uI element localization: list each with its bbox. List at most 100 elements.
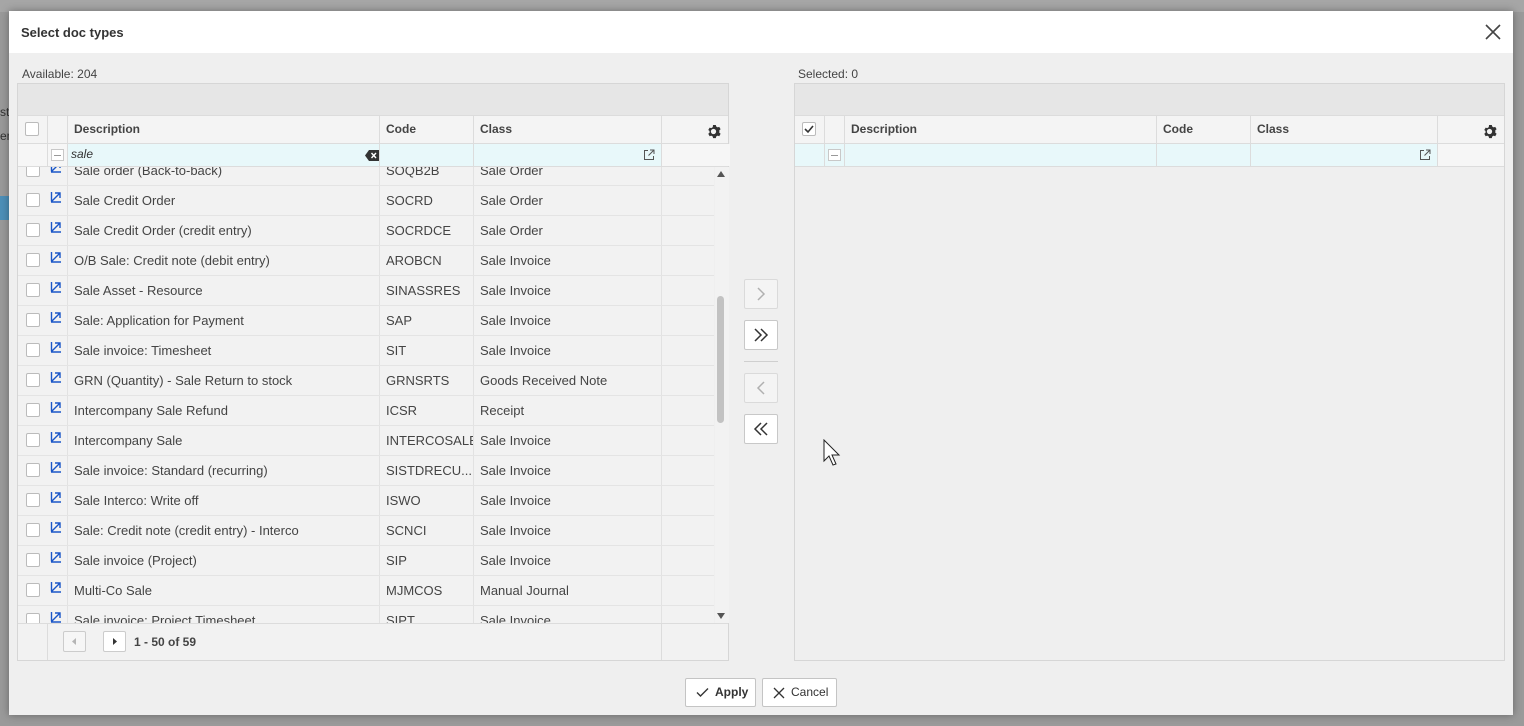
selected-header-select-cell: [795, 116, 825, 143]
row-checkbox[interactable]: [26, 313, 40, 327]
row-checkbox[interactable]: [26, 223, 40, 237]
table-row[interactable]: Sale order (Back-to-back) SOQB2B Sale Orde…: [18, 167, 714, 186]
table-row[interactable]: Sale invoice: Timesheet SIT Sale Invoice: [18, 336, 714, 366]
row-end-cell: [662, 276, 714, 305]
drill-cell: [48, 306, 68, 335]
header-code[interactable]: Code: [380, 116, 474, 143]
row-checkbox[interactable]: [26, 493, 40, 507]
selected-description-filter-cell[interactable]: [845, 144, 1157, 166]
row-class: Sale Invoice: [474, 546, 662, 575]
scroll-thumb[interactable]: [717, 296, 724, 423]
code-filter-cell[interactable]: [380, 144, 474, 166]
check-icon: [696, 688, 709, 697]
row-checkbox[interactable]: [26, 193, 40, 207]
row-checkbox[interactable]: [26, 283, 40, 297]
move-all-left-button[interactable]: [744, 414, 778, 444]
pager-info: 1 - 50 of 59: [134, 635, 197, 649]
row-checkbox[interactable]: [26, 583, 40, 597]
available-filter-row: [18, 144, 730, 167]
selected-header-description[interactable]: Description: [845, 116, 1157, 143]
drill-cell: [48, 216, 68, 245]
row-class: Sale Invoice: [474, 246, 662, 275]
apply-button[interactable]: Apply: [685, 678, 756, 707]
background-blue-tab: [0, 196, 9, 220]
selected-collapse-icon[interactable]: [828, 149, 841, 161]
table-row[interactable]: Sale Asset - Resource SINASSRES Sale Invoi…: [18, 276, 714, 306]
row-class: Sale Order: [474, 216, 662, 245]
open-external-icon[interactable]: [1419, 149, 1431, 164]
class-filter-cell[interactable]: [474, 144, 662, 166]
table-row[interactable]: Sale invoice: Standard (recurring) SISTDR…: [18, 456, 714, 486]
clear-filter-icon[interactable]: [365, 149, 379, 164]
row-description: Sale Asset - Resource: [68, 276, 380, 305]
close-icon[interactable]: [1483, 22, 1503, 42]
move-left-button[interactable]: [744, 373, 778, 403]
row-description: Intercompany Sale Refund: [68, 396, 380, 425]
dialog-title: Select doc types: [21, 25, 124, 40]
header-class[interactable]: Class: [474, 116, 662, 143]
table-row[interactable]: Sale: Application for Payment SAP Sale Inv…: [18, 306, 714, 336]
scroll-down-icon[interactable]: [717, 613, 725, 619]
next-page-button[interactable]: [103, 631, 126, 652]
selected-select-all-checkbox[interactable]: [802, 122, 816, 136]
row-checkbox[interactable]: [26, 433, 40, 447]
selected-header-class[interactable]: Class: [1251, 116, 1438, 143]
header-select-cell: [18, 116, 48, 143]
header-settings-cell: [662, 116, 730, 143]
table-row[interactable]: Multi-Co Sale MJMCOS Manual Journal: [18, 576, 714, 606]
row-checkbox[interactable]: [26, 403, 40, 417]
row-code: SOQB2B: [380, 167, 474, 185]
table-row[interactable]: Sale invoice (Project) SIP Sale Invoice: [18, 546, 714, 576]
drill-cell: [48, 546, 68, 575]
table-row[interactable]: Sale invoice: Project Timesheet SIPT Sale …: [18, 606, 714, 623]
table-row[interactable]: Sale: Credit note (credit entry) - Inter…: [18, 516, 714, 546]
row-checkbox[interactable]: [26, 343, 40, 357]
description-filter-input[interactable]: [68, 144, 379, 164]
table-row[interactable]: Sale Credit Order SOCRD Sale Order: [18, 186, 714, 216]
selected-header-code[interactable]: Code: [1157, 116, 1251, 143]
selected-class-filter-cell[interactable]: [1251, 144, 1438, 166]
table-row[interactable]: O/B Sale: Credit note (debit entry) AROBC…: [18, 246, 714, 276]
previous-page-button[interactable]: [63, 631, 86, 652]
select-all-checkbox[interactable]: [25, 122, 39, 136]
table-row[interactable]: Sale Interco: Write off ISWO Sale Invoice: [18, 486, 714, 516]
row-description: Sale Interco: Write off: [68, 486, 380, 515]
row-checkbox[interactable]: [26, 167, 40, 177]
checkmark-icon: [804, 125, 814, 134]
header-description[interactable]: Description: [68, 116, 380, 143]
table-row[interactable]: Sale Credit Order (credit entry) SOCRDCE S…: [18, 216, 714, 246]
row-code: SOCRDCE: [380, 216, 474, 245]
row-class: Sale Invoice: [474, 306, 662, 335]
row-checkbox[interactable]: [26, 253, 40, 267]
selected-code-filter-cell[interactable]: [1157, 144, 1251, 166]
table-row[interactable]: Intercompany Sale Refund ICSR Receipt: [18, 396, 714, 426]
drill-cell: [48, 167, 68, 185]
row-checkbox[interactable]: [26, 523, 40, 537]
row-checkbox[interactable]: [26, 463, 40, 477]
row-checkbox[interactable]: [26, 373, 40, 387]
row-description: Sale invoice: Standard (recurring): [68, 456, 380, 485]
row-checkbox[interactable]: [26, 553, 40, 567]
selected-header-row: Description Code Class: [795, 115, 1504, 144]
vertical-scrollbar[interactable]: [715, 167, 729, 623]
row-code: ICSR: [380, 396, 474, 425]
row-code: AROBCN: [380, 246, 474, 275]
row-code: SIP: [380, 546, 474, 575]
row-description: Sale invoice: Timesheet: [68, 336, 380, 365]
table-row[interactable]: Intercompany Sale INTERCOSALE Sale Invoice: [18, 426, 714, 456]
collapse-icon[interactable]: [51, 149, 64, 161]
selected-header-drill-cell: [825, 116, 845, 143]
drill-cell: [48, 516, 68, 545]
move-all-right-button[interactable]: [744, 320, 778, 350]
table-row[interactable]: GRN (Quantity) - Sale Return to stock GRN…: [18, 366, 714, 396]
row-end-cell: [662, 366, 714, 395]
open-external-icon[interactable]: [643, 149, 655, 164]
cancel-button[interactable]: Cancel: [762, 678, 837, 707]
row-end-cell: [662, 216, 714, 245]
selected-count: Selected: 0: [798, 67, 859, 81]
move-right-button[interactable]: [744, 279, 778, 309]
scroll-up-icon[interactable]: [717, 171, 725, 177]
row-class: Sale Invoice: [474, 456, 662, 485]
drill-cell: [48, 486, 68, 515]
row-checkbox[interactable]: [26, 613, 40, 623]
